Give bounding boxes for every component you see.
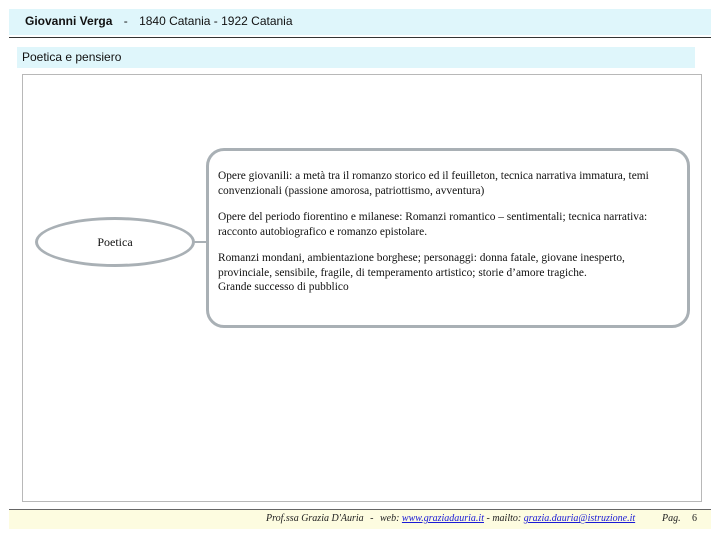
footer-author: Prof.ssa Grazia D'Auria (266, 513, 364, 524)
email-link[interactable]: grazia.dauria@istruzione.it (524, 513, 635, 524)
website-link[interactable]: www.graziadauria.it (402, 513, 484, 524)
paragraph-successo: Grande successo di pubblico (218, 281, 349, 293)
poetica-node: Poetica (35, 217, 195, 267)
paragraph-romanzi-mondani: Romanzi mondani, ambientazione borghese;… (218, 252, 625, 279)
author-dates: 1840 Catania - 1922 Catania (139, 14, 293, 28)
node-connector (193, 241, 207, 243)
footer-separator: - (370, 513, 374, 524)
page-label: Pag. (662, 513, 681, 524)
header-separator: - (123, 14, 128, 28)
header-divider (9, 37, 711, 38)
footer-divider (9, 509, 711, 510)
paragraph-periodo-fiorentino: Opere del periodo fiorentino e milanese:… (218, 211, 648, 238)
section-title: Poetica e pensiero (17, 47, 695, 68)
footer-credits: Prof.ssa Grazia D'Auria - web: www.grazi… (266, 513, 635, 524)
author-name: Giovanni Verga (25, 14, 113, 28)
page-number: 6 (692, 513, 697, 524)
paragraph-opere-giovanili: Opere giovanili: a metà tra il romanzo s… (218, 170, 649, 197)
footer-web-label: web: (379, 513, 400, 524)
poetica-node-label: Poetica (97, 234, 133, 249)
slide-header: Giovanni Verga - 1840 Catania - 1922 Cat… (9, 9, 711, 35)
footer-mail-label: - mailto: (486, 513, 522, 524)
poetica-details-box: Opere giovanili: a metà tra il romanzo s… (206, 148, 690, 328)
